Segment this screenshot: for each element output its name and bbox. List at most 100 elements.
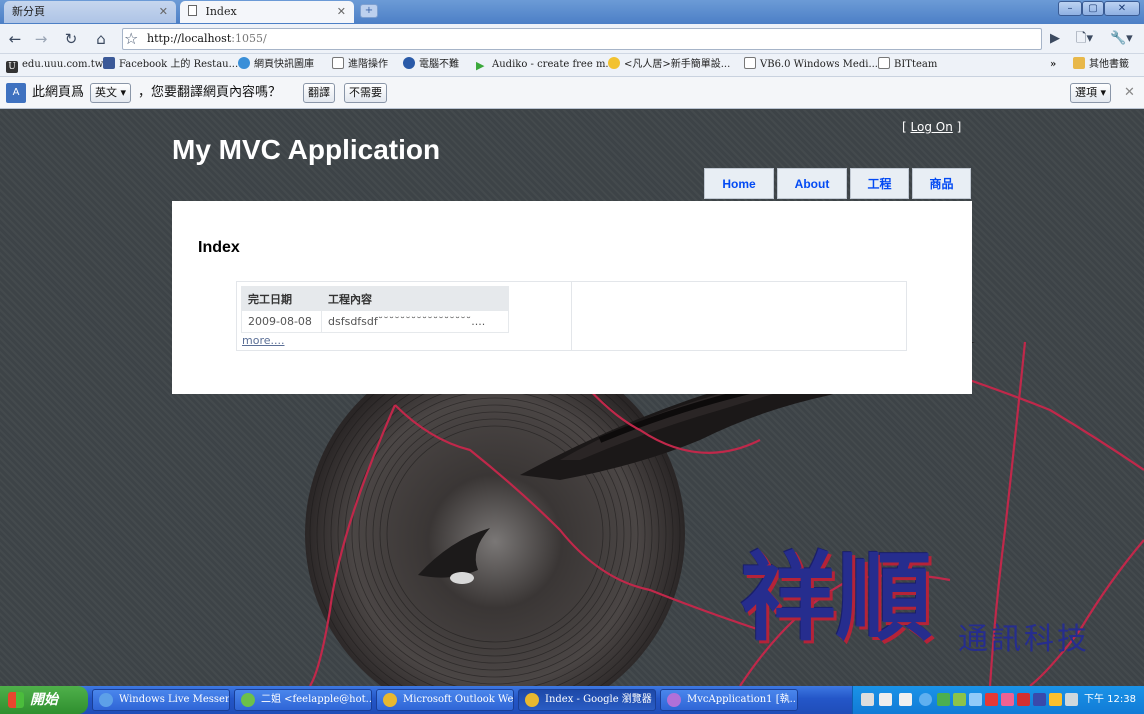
chrome-icon [383, 693, 397, 707]
close-tab-icon[interactable]: ✕ [337, 1, 346, 23]
page-menu-icon[interactable]: 🗋▾ [1076, 28, 1093, 50]
site-icon [403, 57, 415, 69]
minimize-button[interactable]: – [1058, 1, 1082, 16]
brand-logo-main: 祥順 [740, 541, 932, 654]
collapse-tray-icon[interactable] [919, 693, 932, 706]
bookmark-item[interactable]: 電腦不難 [403, 54, 459, 76]
menu-item-about[interactable]: About [777, 168, 847, 199]
address-url: http://localhost:1055/ [147, 29, 267, 49]
close-tab-icon[interactable]: ✕ [159, 1, 168, 23]
menu-item-projects[interactable]: 工程 [850, 168, 909, 199]
page-icon [878, 57, 890, 69]
facebook-icon [103, 57, 115, 69]
browser-titlebar: 新分頁 ✕ Index ✕ + – ▢ ✕ [0, 0, 1144, 24]
bookmark-item[interactable]: 進階操作 [332, 54, 388, 76]
panel-divider [571, 282, 572, 350]
no-translate-button[interactable]: 不需要 [344, 83, 387, 103]
background-artwork [305, 339, 1144, 686]
brand-logo-sub: 通訊科技 [958, 622, 1090, 657]
translate-prefix: 此網頁爲 [32, 85, 85, 100]
bookmark-item[interactable]: Facebook 上的 Restau... [103, 54, 238, 76]
chrome-icon [525, 693, 539, 707]
page-icon [332, 57, 344, 69]
translate-infobar: A 此網頁爲 英文 ▾ ，您要翻譯網頁內容嗎？ 翻譯 不需要 選項 ▾ ✕ [0, 77, 1144, 109]
menu-item-home[interactable]: Home [704, 168, 774, 199]
other-bookmarks[interactable]: 其他書籤 [1073, 54, 1129, 76]
taskbar-item[interactable]: MvcApplication1 [執... [660, 689, 798, 711]
messenger-icon [99, 693, 113, 707]
translate-question: ，您要翻譯網頁內容嗎？ [138, 85, 282, 100]
logon-link[interactable]: Log On [911, 120, 953, 134]
bookmarks-bar: Uedu.uuu.com.tw Facebook 上的 Restau... 網頁… [0, 54, 1144, 77]
tray-app-icon[interactable] [1017, 693, 1030, 706]
help-icon[interactable] [879, 693, 892, 706]
taskbar-item-active[interactable]: Index - Google 瀏覽器 [518, 689, 656, 711]
main-content: Index 完工日期 工程內容 2009-08-08 dsfsdfsdf˘˘˘˘… [172, 201, 972, 394]
globe-icon [238, 57, 250, 69]
back-arrow-icon[interactable]: ← [4, 28, 26, 50]
page-icon [188, 5, 197, 16]
translate-icon: A [6, 83, 26, 103]
options-button[interactable]: 選項 ▾ [1070, 83, 1112, 103]
taskbar-clock: 下午 12:38 [1084, 694, 1136, 705]
page-viewport: [ Log On ] My MVC Application Home About… [0, 110, 1144, 686]
page-heading: Index [198, 239, 240, 256]
translate-button[interactable]: 翻譯 [303, 83, 335, 103]
bookmark-item[interactable]: 網頁快訊圖庫 [238, 54, 314, 76]
chat-icon [241, 693, 255, 707]
address-bar[interactable]: ☆ http://localhost:1055/ [122, 28, 1042, 50]
menu-item-products[interactable]: 商品 [912, 168, 971, 199]
close-window-button[interactable]: ✕ [1104, 1, 1140, 16]
language-select[interactable]: 英文 ▾ [90, 83, 132, 103]
home-icon[interactable]: ⌂ [90, 28, 112, 50]
url-rest: :1055/ [231, 32, 267, 45]
table-header-row: 完工日期 工程內容 [241, 286, 509, 311]
tray-app-icon[interactable] [969, 693, 982, 706]
network-icon[interactable] [937, 693, 950, 706]
vinyl-disc [305, 344, 685, 686]
taskbar-item[interactable]: 二姐 <feelapple@hot... [234, 689, 372, 711]
bookmark-item[interactable]: Uedu.uuu.com.tw [6, 54, 103, 76]
url-host: http://localhost [147, 32, 232, 45]
bookmark-item[interactable]: BITteam [878, 54, 937, 76]
maximize-button[interactable]: ▢ [1082, 1, 1104, 16]
projects-table: 完工日期 工程內容 2009-08-08 dsfsdfsdf˘˘˘˘˘˘˘˘˘˘… [241, 286, 509, 333]
tab-index[interactable]: Index ✕ [180, 1, 354, 23]
taskbar-item[interactable]: Microsoft Outlook We... [376, 689, 514, 711]
start-button[interactable]: 開始 [0, 686, 88, 714]
windows-flag-icon [8, 692, 24, 708]
visual-studio-icon [667, 693, 681, 707]
go-arrow-icon[interactable]: ▶ [1050, 28, 1060, 50]
volume-icon[interactable] [1065, 693, 1078, 706]
tray-app-icon[interactable] [1049, 693, 1062, 706]
table-cell-date: 2009-08-08 [241, 310, 322, 333]
bookmark-item[interactable]: ▶ Audiko - create free m... [476, 54, 615, 76]
tab-label: Index [205, 5, 237, 18]
bookmark-item[interactable]: <凡人居>新手簡單設... [608, 54, 730, 76]
wrench-menu-icon[interactable]: 🔧▾ [1110, 28, 1133, 50]
tab-label: 新分頁 [12, 5, 45, 18]
bookmark-item[interactable]: VB6.0 Windows Medi... [744, 54, 878, 76]
site-title: My MVC Application [172, 134, 441, 165]
antivirus-icon[interactable] [985, 693, 998, 706]
more-link[interactable]: more.... [242, 334, 284, 347]
tray-app-icon[interactable] [1001, 693, 1014, 706]
smiley-icon [608, 57, 620, 69]
input-icon[interactable] [899, 693, 912, 706]
tray-app-icon[interactable] [1033, 693, 1046, 706]
reload-icon[interactable]: ↻ [60, 28, 82, 50]
play-icon: ▶ [476, 59, 485, 72]
tray-app-icon[interactable] [953, 693, 966, 706]
keyboard-icon[interactable] [861, 693, 874, 706]
taskbar-item[interactable]: Windows Live Messen... [92, 689, 230, 711]
windows-taskbar: 開始 Windows Live Messen... 二姐 <feelapple@… [0, 686, 1144, 714]
forward-arrow-icon[interactable]: → [30, 28, 52, 50]
new-tab-button[interactable]: + [360, 4, 378, 18]
table-row: 2009-08-08 dsfsdfsdf˘˘˘˘˘˘˘˘˘˘˘˘˘˘˘˘˘...… [241, 310, 509, 333]
bookmark-star-icon[interactable]: ☆ [124, 28, 144, 50]
bookmarks-overflow-icon[interactable]: » [1050, 54, 1056, 76]
system-tray: 下午 12:38 [852, 686, 1144, 714]
page-icon [744, 57, 756, 69]
tab-new-page[interactable]: 新分頁 ✕ [4, 1, 176, 23]
close-infobar-icon[interactable]: ✕ [1124, 77, 1135, 109]
